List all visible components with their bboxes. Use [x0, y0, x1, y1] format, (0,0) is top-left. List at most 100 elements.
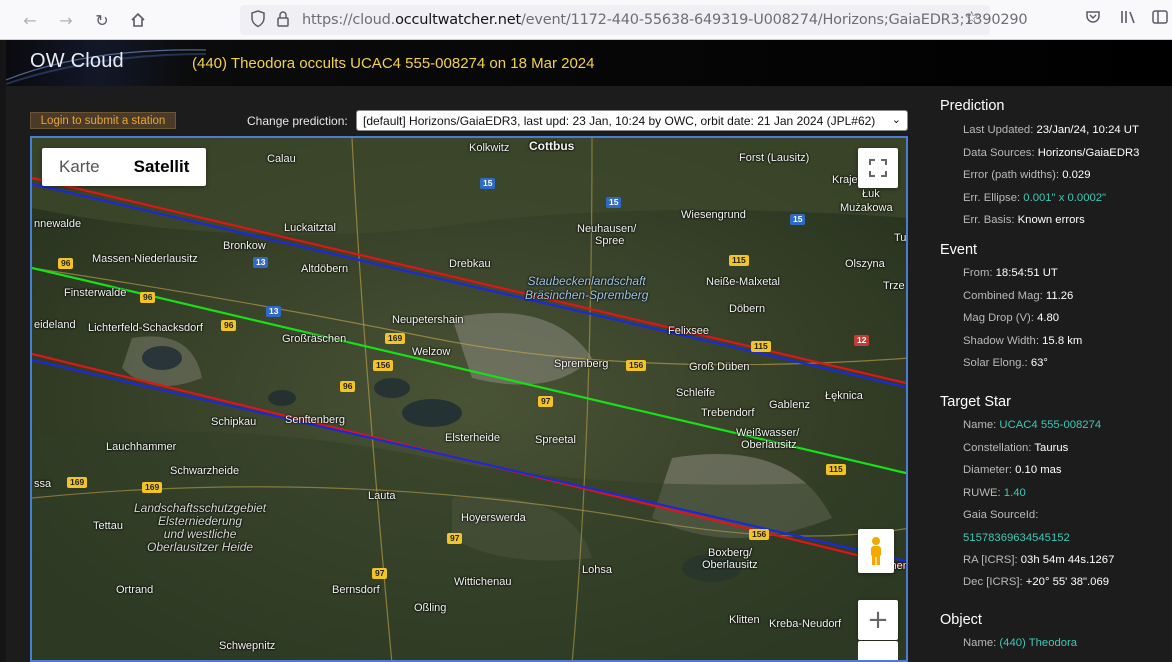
place-label: Weißwasser/ [736, 427, 800, 439]
site-logo[interactable]: OW Cloud [30, 50, 124, 73]
satellite-map[interactable]: Kolkwitz Cottbus Forst (Lausitz) Calau K… [30, 136, 908, 662]
road-shield: 156 [626, 360, 647, 371]
library-icon[interactable] [1120, 9, 1138, 29]
place-label: Spremberg [554, 358, 609, 370]
road-shield: 96 [340, 381, 356, 392]
pocket-icon[interactable] [1085, 9, 1101, 29]
place-label: Schwarzheide [170, 465, 240, 477]
map-type-toggle: Karte Satellit [42, 148, 207, 186]
place-label: Finsterwalde [64, 287, 127, 299]
star-name-link[interactable]: UCAC4 555-008274 [999, 419, 1101, 431]
home-icon[interactable] [125, 8, 151, 32]
place-label: Cottbus [529, 139, 575, 153]
ruwe-row: RUWE: 1.40 [963, 487, 1026, 499]
place-label: Bernsdorf [332, 584, 380, 596]
road-shield: 96 [140, 292, 156, 303]
road-shield: 169 [142, 482, 163, 493]
target-star-heading: Target Star [940, 394, 1011, 410]
road-shield: 115 [826, 464, 846, 475]
data-sources-row: Data Sources: Horizons/GaiaEDR3 [963, 147, 1140, 159]
gaia-source-id-row: 51578369634545152 [963, 532, 1070, 544]
place-label: Wittichenau [454, 576, 512, 588]
place-label: Łęknica [825, 390, 863, 402]
place-label: Boxberg/ [708, 547, 753, 559]
zoom-out-button[interactable] [858, 641, 898, 660]
prediction-select-value: [default] Horizons/GaiaEDR3, last upd: 2… [363, 114, 876, 128]
shield-icon[interactable] [250, 10, 266, 32]
gaia-source-row: Gaia SourceId: [963, 509, 1039, 521]
place-label: Lauta [368, 490, 396, 502]
forward-icon[interactable]: → [53, 8, 79, 32]
place-label: Elsterheide [445, 432, 501, 444]
place-label: ssa [34, 478, 52, 490]
place-label: Neiße-Malxetal [706, 276, 780, 288]
chevron-down-icon: ⌄ [891, 113, 901, 126]
place-label: Welzow [412, 346, 451, 358]
place-label: Trze [883, 280, 905, 292]
mag-drop-row: Mag Drop (V): 4.80 [963, 312, 1060, 324]
last-updated-row: Last Updated: 23/Jan/24, 10:24 UT [963, 124, 1139, 136]
place-label: Oberlausitz [702, 559, 758, 571]
place-label: Lichterfeld-Schacksdorf [88, 322, 203, 334]
place-label: Spree [595, 235, 625, 247]
err-ellipse-row: Err. Ellipse: 0.001" x 0.0002" [963, 192, 1107, 204]
err-ellipse-link[interactable]: 0.001" x 0.0002" [1023, 192, 1106, 204]
from-row: From: 18:54:51 UT [963, 267, 1058, 279]
place-label: Döbern [729, 303, 766, 315]
object-name-link[interactable]: (440) Theodora [999, 637, 1077, 649]
place-label: Luckaitztal [284, 222, 336, 234]
url-text: https://cloud.occultwatcher.net/event/11… [302, 12, 1028, 28]
road-shield: 13 [266, 306, 282, 317]
place-label: Tu [894, 232, 907, 244]
place-label: Drebkau [449, 258, 491, 270]
road-shield: 15 [790, 214, 806, 225]
map-type-karte-button[interactable]: Karte [42, 148, 117, 186]
place-label: Massen-Niederlausitz [92, 253, 198, 265]
place-label: Senftenberg [285, 414, 345, 426]
region-label: Landschaftsschutzgebiet Elsterniederung … [134, 501, 267, 554]
place-label: Olszyna [845, 258, 885, 270]
place-label: Groß Düben [689, 361, 750, 373]
road-shield: 12 [854, 335, 870, 346]
site-header: OW Cloud (440) Theodora occults UCAC4 55… [6, 40, 1172, 86]
gaia-source-id-link[interactable]: 51578369634545152 [963, 532, 1070, 544]
place-label: Neupetershain [392, 314, 464, 326]
combined-mag-row: Combined Mag: 11.26 [963, 290, 1074, 302]
road-shield: 13 [253, 257, 269, 268]
pegman-icon[interactable] [858, 529, 894, 573]
place-label: Spreetal [535, 434, 576, 446]
reload-icon[interactable]: ↻ [89, 8, 115, 32]
url-bar[interactable]: https://cloud.occultwatcher.net/event/11… [240, 5, 1028, 35]
object-name-row: Name: (440) Theodora [963, 637, 1078, 649]
place-label: Schwepnitz [219, 640, 276, 652]
place-label: Forst (Lausitz) [739, 152, 810, 164]
ruwe-link[interactable]: 1.40 [1004, 487, 1026, 499]
star-icon[interactable]: ☆ [964, 8, 979, 28]
back-icon[interactable]: ← [17, 8, 43, 32]
zoom-in-button[interactable]: + [858, 600, 898, 640]
star-name-row: Name: UCAC4 555-008274 [963, 419, 1102, 431]
place-label: Bronkow [223, 240, 266, 252]
login-submit-station-button[interactable]: Login to submit a station [30, 112, 176, 129]
lock-icon[interactable] [276, 10, 290, 32]
place-label: Oßling [414, 602, 447, 614]
prediction-select[interactable]: [default] Horizons/GaiaEDR3, last upd: 2… [356, 110, 908, 131]
map-type-satellit-button[interactable]: Satellit [117, 148, 207, 186]
fullscreen-icon[interactable] [858, 148, 898, 188]
shadow-width-row: Shadow Width: 15.8 km [963, 335, 1083, 347]
err-basis-row: Err. Basis: Known errors [963, 214, 1085, 226]
dec-row: Dec [ICRS]: +20° 55' 38".069 [963, 576, 1110, 588]
sidebar-icon[interactable] [1152, 9, 1168, 29]
place-label: nnewalde [34, 218, 82, 230]
place-label: Lauchhammer [106, 441, 177, 453]
place-label: Wiesengrund [681, 209, 746, 221]
plus-icon: + [867, 605, 889, 635]
road-shield: 156 [749, 529, 770, 540]
place-label: Łuk [862, 188, 880, 200]
place-label: Schleife [676, 387, 716, 399]
place-label: Kolkwitz [469, 142, 510, 154]
road-shield: 97 [538, 396, 554, 407]
road-shield: 115 [729, 255, 749, 266]
road-shield: 115 [751, 341, 771, 352]
page-title: (440) Theodora occults UCAC4 555-008274 … [192, 55, 595, 72]
